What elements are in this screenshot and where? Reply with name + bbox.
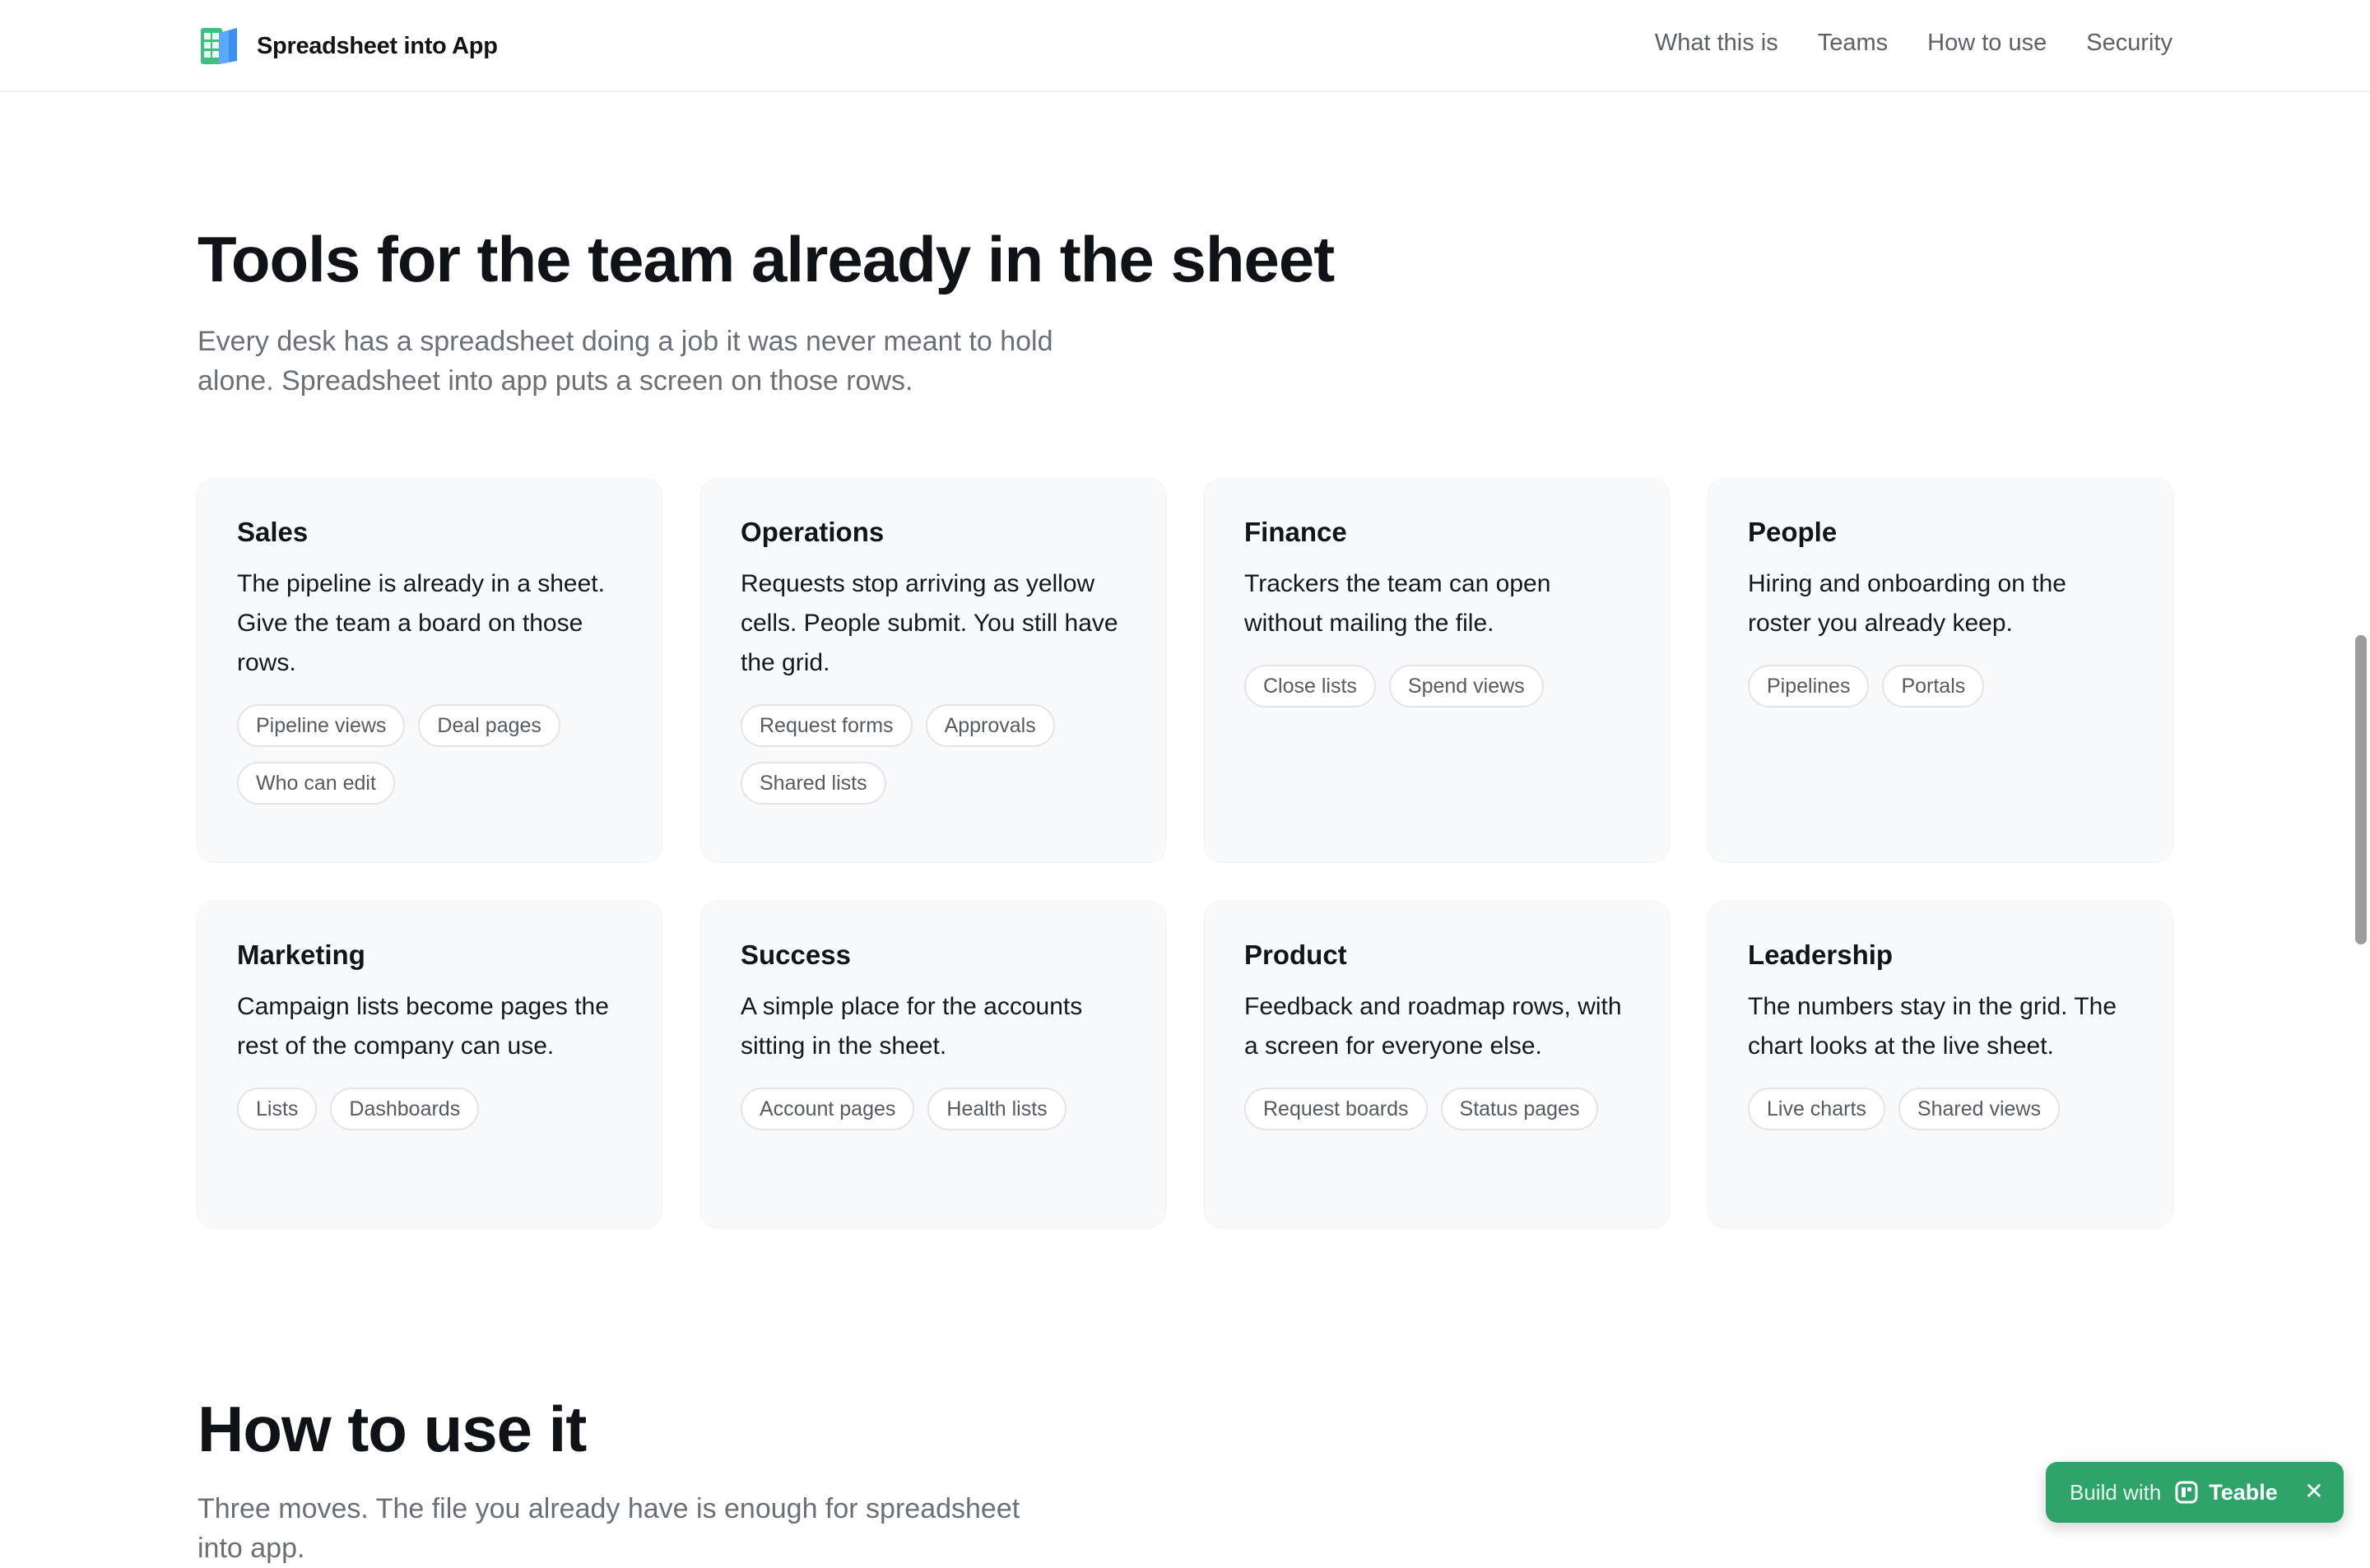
nav-link-teams[interactable]: Teams — [1818, 30, 1888, 57]
brand[interactable]: Spreadsheet into App — [198, 25, 498, 67]
card-description: Campaign lists become pages the rest of … — [237, 993, 609, 1060]
tag: Dashboards — [330, 1088, 480, 1130]
team-card-operations: Operations Requests stop arriving as yel… — [701, 479, 1165, 862]
tag: Close lists — [1244, 665, 1376, 707]
tag: Who can edit — [237, 762, 395, 805]
teams-section-title: Tools for the team already in the sheet — [198, 223, 1335, 295]
tag: Health lists — [927, 1088, 1066, 1130]
teable-logo-icon — [2175, 1481, 2198, 1504]
tag: Pipelines — [1748, 665, 1870, 707]
teams-card-grid: Sales The pipeline is already in a sheet… — [198, 479, 2172, 1227]
card-title: Success — [741, 939, 851, 970]
team-card-finance: Finance Trackers the team can open witho… — [1205, 479, 1669, 862]
tag: Account pages — [741, 1088, 915, 1130]
card-title: Leadership — [1748, 939, 1894, 970]
tag: Request forms — [741, 704, 913, 747]
card-tags: Account pages Health lists — [741, 1088, 1126, 1130]
card-title: Operations — [741, 517, 885, 547]
team-card-sales: Sales The pipeline is already in a sheet… — [198, 479, 662, 862]
team-card-people: People Hiring and onboarding on the rost… — [1708, 479, 2172, 862]
brand-name: Spreadsheet into App — [257, 32, 498, 59]
tag: Status pages — [1440, 1088, 1599, 1130]
card-description: The pipeline is already in a sheet. Give… — [237, 570, 605, 676]
tag: Spend views — [1388, 665, 1544, 707]
tag: Shared lists — [741, 762, 886, 805]
scrollbar-thumb[interactable] — [2355, 635, 2367, 944]
badge-brand: Teable — [2209, 1479, 2278, 1505]
team-card-product: Product Feedback and roadmap rows, with … — [1205, 902, 1669, 1227]
team-card-success: Success A simple place for the accounts … — [701, 902, 1165, 1227]
card-tags: Live charts Shared views — [1748, 1088, 2133, 1130]
card-tags: Lists Dashboards — [237, 1088, 622, 1130]
card-tags: Pipeline views Deal pages Who can edit — [237, 704, 622, 805]
card-title: Sales — [237, 517, 309, 547]
card-tags: Request forms Approvals Shared lists — [741, 704, 1126, 805]
card-title: Finance — [1244, 517, 1347, 547]
team-card-leadership: Leadership The numbers stay in the grid.… — [1708, 902, 2172, 1227]
badge-prefix: Build with — [2070, 1479, 2162, 1505]
tag: Portals — [1882, 665, 1985, 707]
tag: Request boards — [1244, 1088, 1428, 1130]
card-title: People — [1748, 517, 1838, 547]
card-tags: Pipelines Portals — [1748, 665, 2133, 707]
top-nav: Spreadsheet into App What this is Teams … — [0, 0, 2370, 92]
card-tags: Close lists Spend views — [1244, 665, 1629, 707]
nav-link-what-this-is[interactable]: What this is — [1655, 30, 1778, 57]
how-section-subtitle: Three moves. The file you already have i… — [198, 1493, 1020, 1564]
how-section-title: How to use it — [198, 1393, 587, 1465]
card-description: Hiring and onboarding on the roster you … — [1748, 570, 2066, 637]
tag: Deal pages — [418, 704, 560, 747]
nav-link-how-to-use[interactable]: How to use — [1927, 30, 2047, 57]
card-title: Product — [1244, 939, 1347, 970]
nav-link-security[interactable]: Security — [2086, 30, 2172, 57]
tag: Live charts — [1748, 1088, 1885, 1130]
card-description: Requests stop arriving as yellow cells. … — [741, 570, 1118, 676]
build-with-badge[interactable]: Build with Teable ✕ — [2046, 1462, 2344, 1523]
card-description: Trackers the team can open without maili… — [1244, 570, 1551, 637]
teams-section-subtitle: Every desk has a spreadsheet doing a job… — [198, 326, 1053, 397]
close-icon[interactable]: ✕ — [2303, 1480, 2326, 1503]
card-description: Feedback and roadmap rows, with a screen… — [1244, 993, 1622, 1060]
card-tags: Request boards Status pages — [1244, 1088, 1629, 1130]
tag: Approvals — [925, 704, 1055, 747]
team-card-marketing: Marketing Campaign lists become pages th… — [198, 902, 662, 1227]
spreadsheet-app-icon — [201, 28, 237, 64]
tag: Lists — [237, 1088, 318, 1130]
tag: Pipeline views — [237, 704, 406, 747]
card-description: The numbers stay in the grid. The chart … — [1748, 993, 2117, 1060]
card-title: Marketing — [237, 939, 365, 970]
nav-links: What this is Teams How to use Security — [1655, 30, 2172, 57]
card-description: A simple place for the accounts sitting … — [741, 993, 1083, 1060]
tag: Shared views — [1898, 1088, 2060, 1130]
